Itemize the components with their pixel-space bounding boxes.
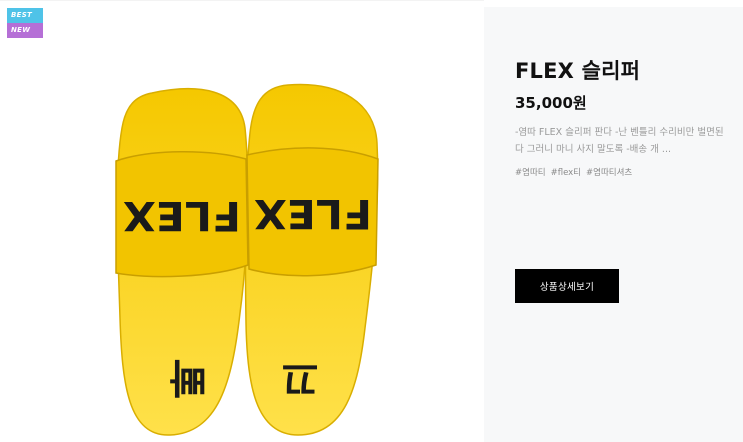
product-card: BEST NEW FLEX FLEX 빠 끄 FLEX 슬리퍼 35,000원 … [0,0,743,442]
tag-list: #염따티 #flex티 #염따티셔츠 [515,166,632,178]
new-badge: NEW [7,23,43,38]
product-title[interactable]: FLEX 슬리퍼 [515,55,640,85]
best-badge: BEST [7,8,43,23]
product-description: -염따 FLEX 슬리퍼 판다 -난 벤틀리 수리비만 벌면된다 그러니 마니 … [515,127,724,155]
badge-group: BEST NEW [7,8,43,38]
product-image-pane[interactable]: BEST NEW FLEX FLEX 빠 끄 [0,0,484,442]
right-flex-print: FLEX [254,190,372,236]
tag-item[interactable]: #flex티 [551,166,581,178]
tag-item[interactable]: #염따티 [515,166,546,178]
product-image[interactable]: FLEX FLEX 빠 끄 [100,83,390,442]
product-price: 35,000원 [515,94,587,112]
product-info-pane: FLEX 슬리퍼 35,000원 -염따 FLEX 슬리퍼 판다 -난 벤틀리 … [484,7,743,442]
left-flex-print: FLEX [123,192,241,238]
view-details-button[interactable]: 상품상세보기 [515,269,619,303]
left-heel-print: 빠 [169,354,206,400]
right-heel-print: 끄 [282,354,319,400]
tag-item[interactable]: #염따티셔츠 [586,166,632,178]
